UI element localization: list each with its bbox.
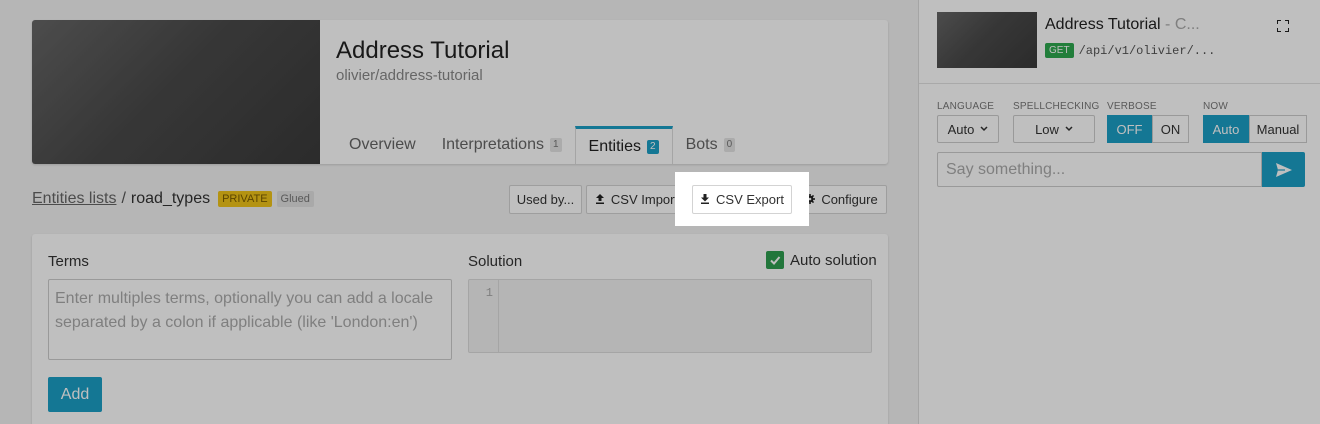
- bot-tabs: Overview Interpretations 1 Entities 2 Bo…: [336, 126, 748, 164]
- verbose-toggle: OFF ON: [1107, 115, 1189, 143]
- verbose-off-option[interactable]: OFF: [1107, 115, 1152, 143]
- chevron-down-icon: [1065, 126, 1073, 132]
- solution-editor[interactable]: 1: [468, 279, 872, 353]
- breadcrumb-current: road_types: [130, 190, 211, 207]
- tab-overview[interactable]: Overview: [336, 126, 429, 164]
- spellchecking-value: Low: [1035, 121, 1059, 137]
- tab-count-badge: 2: [647, 139, 659, 154]
- editor-gutter: 1: [469, 280, 499, 352]
- bot-slug: olivier/address-tutorial: [336, 67, 483, 84]
- add-button[interactable]: Add: [48, 377, 102, 412]
- auto-solution-checkbox[interactable]: Auto solution: [766, 251, 877, 269]
- now-manual-option[interactable]: Manual: [1249, 115, 1307, 143]
- now-toggle: Auto Manual: [1203, 115, 1307, 143]
- say-something-input[interactable]: Say something...: [937, 152, 1262, 187]
- solution-label: Solution: [468, 253, 523, 270]
- configure-button[interactable]: Configure: [796, 185, 887, 214]
- download-icon: [700, 192, 710, 207]
- csv-import-button[interactable]: CSV Import: [586, 185, 687, 214]
- breadcrumb-separator: /: [121, 190, 126, 207]
- now-auto-option[interactable]: Auto: [1203, 115, 1249, 143]
- auto-solution-label: Auto solution: [790, 251, 877, 269]
- chevron-down-icon: [980, 126, 988, 132]
- language-select[interactable]: Auto: [937, 115, 999, 143]
- bot-title: Address Tutorial: [336, 37, 510, 64]
- terms-textarea[interactable]: Enter multiples terms, optionally you ca…: [48, 279, 452, 360]
- tab-label: Entities: [588, 137, 641, 155]
- http-method-badge: GET: [1045, 43, 1074, 58]
- breadcrumb: Entities lists / road_types PRIVATE Glue…: [32, 190, 314, 208]
- endpoint: GET /api/v1/olivier/...: [1045, 43, 1215, 58]
- breadcrumb-entities-lists-link[interactable]: Entities lists: [32, 190, 116, 208]
- language-value: Auto: [947, 121, 975, 137]
- csv-import-label: CSV Import: [610, 192, 679, 207]
- csv-export-button[interactable]: CSV Export: [692, 185, 792, 214]
- test-panel: Address Tutorial - C... GET /api/v1/oliv…: [918, 0, 1320, 424]
- used-by-label: Used by...: [516, 192, 575, 207]
- tab-label: Interpretations: [441, 136, 544, 153]
- line-number: 1: [485, 286, 493, 300]
- tab-label: Overview: [349, 136, 416, 153]
- bot-cover-image: [32, 20, 320, 164]
- language-label: LANGUAGE: [937, 101, 995, 112]
- bot-header-card: Address Tutorial olivier/address-tutoria…: [32, 20, 888, 164]
- now-label: NOW: [1203, 101, 1229, 112]
- tab-count-badge: 1: [549, 138, 562, 152]
- used-by-button[interactable]: Used by...: [509, 185, 582, 214]
- spellchecking-select[interactable]: Low: [1013, 115, 1095, 143]
- configure-label: Configure: [821, 192, 878, 207]
- glued-badge: Glued: [276, 191, 314, 207]
- upload-icon: [595, 192, 605, 207]
- send-icon: [1275, 162, 1292, 177]
- tab-count-badge: 0: [723, 138, 736, 152]
- panel-header: Address Tutorial - C... GET /api/v1/oliv…: [919, 0, 1320, 84]
- private-badge: PRIVATE: [218, 191, 272, 207]
- panel-title: Address Tutorial - C...: [1045, 16, 1200, 34]
- tab-entities[interactable]: Entities 2: [574, 126, 673, 164]
- entity-form-card: Terms Enter multiples terms, optionally …: [32, 234, 888, 424]
- tab-label: Bots: [685, 136, 718, 153]
- verbose-on-option[interactable]: ON: [1152, 115, 1189, 143]
- expand-icon[interactable]: [1277, 20, 1289, 32]
- verbose-label: VERBOSE: [1107, 101, 1157, 112]
- panel-title-suffix: - C...: [1160, 16, 1200, 33]
- panel-title-main: Address Tutorial: [1045, 16, 1161, 33]
- endpoint-url: /api/v1/olivier/...: [1078, 43, 1216, 58]
- bot-thumbnail: [937, 12, 1037, 68]
- tab-bots[interactable]: Bots 0: [673, 126, 749, 164]
- spellchecking-label: SPELLCHECKING: [1013, 101, 1100, 112]
- send-button[interactable]: [1262, 152, 1305, 187]
- tab-interpretations[interactable]: Interpretations 1: [429, 126, 575, 164]
- terms-label: Terms: [48, 253, 89, 270]
- spotlight-highlight: CSV Export: [675, 172, 809, 226]
- check-icon: [766, 251, 784, 269]
- csv-export-label: CSV Export: [716, 192, 784, 207]
